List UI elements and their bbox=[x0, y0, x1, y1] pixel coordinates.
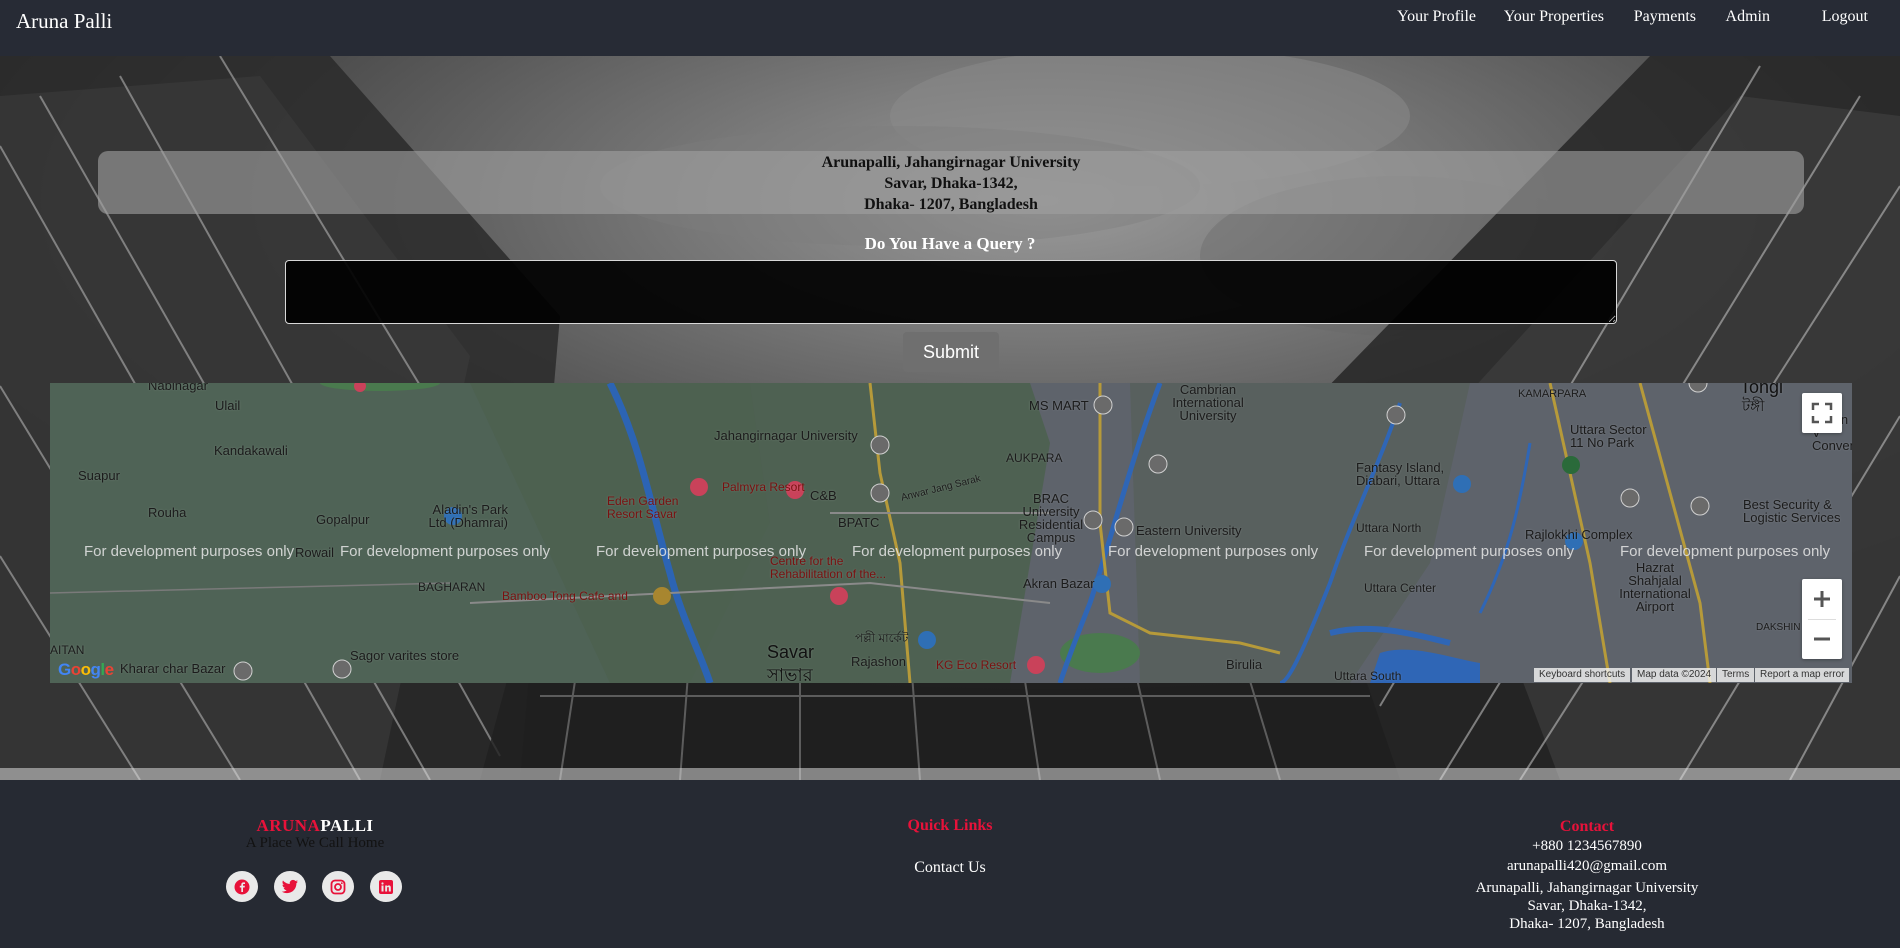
map-label-uttara-south: Uttara South bbox=[1334, 669, 1402, 683]
nav-admin[interactable]: Admin bbox=[1726, 8, 1770, 26]
dev-watermark-6: For development purposes only bbox=[1364, 543, 1575, 560]
query-heading: Do You Have a Query ? bbox=[864, 234, 1036, 253]
contact-title: Contact bbox=[1559, 818, 1615, 835]
minus-icon bbox=[1814, 637, 1830, 641]
map-label-eden-garden-resort: Eden Garden Resort Savar bbox=[607, 494, 679, 521]
map-data-text: Map data ©2024 bbox=[1632, 668, 1717, 682]
map-label-bagharan: BAGHARAN bbox=[418, 580, 486, 594]
google-map[interactable]: Nabinagar Ulail Kandakawali Suapur Rouha… bbox=[50, 383, 1852, 683]
dev-watermark-3: For development purposes only bbox=[596, 543, 807, 560]
address-line-2: Savar, Dhaka-1342, bbox=[884, 175, 1018, 192]
contact-phone: +880 1234567890 bbox=[1532, 838, 1642, 854]
map-label-uttara-sector-11: Uttara Sector 11 No Park bbox=[1570, 422, 1647, 450]
map-label-rowail: Rowail bbox=[295, 545, 335, 560]
submit-button[interactable]: Submit bbox=[903, 332, 999, 372]
map-label-rajashon: Rajashon bbox=[851, 654, 906, 669]
contact-email[interactable]: arunapalli420@gmail.com bbox=[1467, 857, 1707, 875]
nav-your-profile[interactable]: Your Profile bbox=[1397, 8, 1476, 26]
map-label-aukpara: AUKPARA bbox=[1006, 451, 1063, 465]
map-label-birulia: Birulia bbox=[1226, 657, 1263, 672]
map-label-suapur: Suapur bbox=[78, 468, 120, 483]
map-label-kamarpara: KAMARPARA bbox=[1518, 388, 1587, 400]
twitter-icon bbox=[281, 879, 298, 893]
map-label-cambrian-university: Cambrian International University bbox=[1172, 383, 1244, 423]
terms-link[interactable]: Terms bbox=[1717, 668, 1755, 682]
contact-column: Contact +880 1234567890 arunapalli420@gm… bbox=[1467, 817, 1707, 933]
dev-watermark-5: For development purposes only bbox=[1108, 543, 1319, 560]
zoom-controls bbox=[1802, 579, 1842, 659]
map-label-brac-residential-campus: BRAC University Residential Campus bbox=[1018, 491, 1084, 545]
plus-icon bbox=[1814, 591, 1830, 607]
address-line-1: Arunapalli, Jahangirnagar University bbox=[821, 154, 1081, 171]
facebook-icon bbox=[234, 879, 250, 894]
map-label-palmyra-resort: Palmyra Resort bbox=[722, 480, 805, 494]
query-textarea[interactable] bbox=[285, 260, 1617, 324]
map-label-aladins-park: Aladin's Park Ltd (Dhamrai) bbox=[428, 502, 508, 530]
map-label-bpatc: BPATC bbox=[838, 515, 880, 530]
dev-watermark-4: For development purposes only bbox=[852, 543, 1063, 560]
fullscreen-button[interactable] bbox=[1802, 393, 1842, 433]
linkedin-icon bbox=[379, 879, 393, 894]
navbar: Aruna Palli Your Profile Your Properties… bbox=[0, 0, 1900, 56]
zoom-in-button[interactable] bbox=[1802, 579, 1842, 619]
instagram-icon bbox=[330, 879, 346, 894]
map-label-savar-bn: সাভার bbox=[767, 665, 813, 683]
map-label-kg-eco-resort: KG Eco Resort bbox=[936, 658, 1017, 672]
google-logo[interactable]: Google bbox=[58, 660, 114, 680]
nav-logout[interactable]: Logout bbox=[1822, 8, 1868, 26]
map-label-aitan: AITAN bbox=[50, 643, 85, 657]
map-label-nabinagar: Nabinagar bbox=[148, 383, 208, 393]
map-label-uttara-north: Uttara North bbox=[1356, 521, 1422, 535]
map-label-gopalpur: Gopalpur bbox=[316, 512, 370, 527]
map-label-kandakawali: Kandakawali bbox=[214, 443, 288, 458]
nav-your-properties[interactable]: Your Properties bbox=[1504, 8, 1604, 26]
map-label-savar: Savar bbox=[767, 642, 815, 662]
address-banner: Arunapalli, Jahangirnagar University Sav… bbox=[98, 151, 1804, 214]
map-label-eastern-university: Eastern University bbox=[1136, 523, 1242, 538]
map-label-fantasy-island: Fantasy Island, Diabari, Uttara bbox=[1356, 460, 1445, 488]
dev-watermark-7: For development purposes only bbox=[1620, 543, 1831, 560]
map-label-rouha: Rouha bbox=[148, 505, 187, 520]
address-line-3: Dhaka- 1207, Bangladesh bbox=[864, 196, 1038, 213]
map-label-tongi-bn: টঙ্গী bbox=[1742, 398, 1765, 415]
report-map-error-link[interactable]: Report a map error bbox=[1755, 668, 1850, 682]
map-label-rajlokkhi-complex: Rajlokkhi Complex bbox=[1525, 527, 1633, 542]
contact-address-line-3: Dhaka- 1207, Bangladesh bbox=[1509, 916, 1665, 932]
map-label-ulail: Ulail bbox=[215, 398, 241, 413]
map-label-uttara-center: Uttara Center bbox=[1364, 581, 1437, 595]
dev-watermark-1: For development purposes only bbox=[84, 543, 295, 560]
nav-payments[interactable]: Payments bbox=[1634, 8, 1696, 26]
keyboard-shortcuts-link[interactable]: Keyboard shortcuts bbox=[1534, 668, 1631, 682]
zoom-out-button[interactable] bbox=[1802, 619, 1842, 659]
map-label-ms-mart: MS MART bbox=[1029, 398, 1089, 413]
map-label-hazrat-shahjalal-airport: Hazrat Shahjalal International Airport bbox=[1619, 560, 1691, 614]
map-label-kharar-char-bazar: Kharar char Bazar bbox=[120, 661, 226, 676]
contact-address-line-2: Savar, Dhaka-1342, bbox=[1527, 898, 1647, 914]
map-label-akran-bazar: Akran Bazar bbox=[1023, 576, 1095, 591]
map-label-bamboo-tong-cafe: Bamboo Tong Cafe and bbox=[502, 589, 628, 603]
map-label-jahangirnagar-university: Jahangirnagar University bbox=[714, 428, 858, 443]
map-label-cnb: C&B bbox=[810, 488, 837, 503]
map-label-best-security: Best Security & Logistic Services bbox=[1743, 497, 1841, 525]
dev-watermark-2: For development purposes only bbox=[340, 543, 551, 560]
map-label-sagor-varites-store: Sagor varites store bbox=[350, 648, 460, 663]
footer-tagline: A Place We Call Home bbox=[245, 835, 385, 851]
map-label-palli-market: পল্লী মার্কেট bbox=[855, 631, 909, 645]
contact-address-line-1: Arunapalli, Jahangirnagar University bbox=[1475, 880, 1699, 896]
fullscreen-icon bbox=[1811, 402, 1833, 424]
brand-logo-text[interactable]: Aruna Palli bbox=[16, 9, 112, 34]
